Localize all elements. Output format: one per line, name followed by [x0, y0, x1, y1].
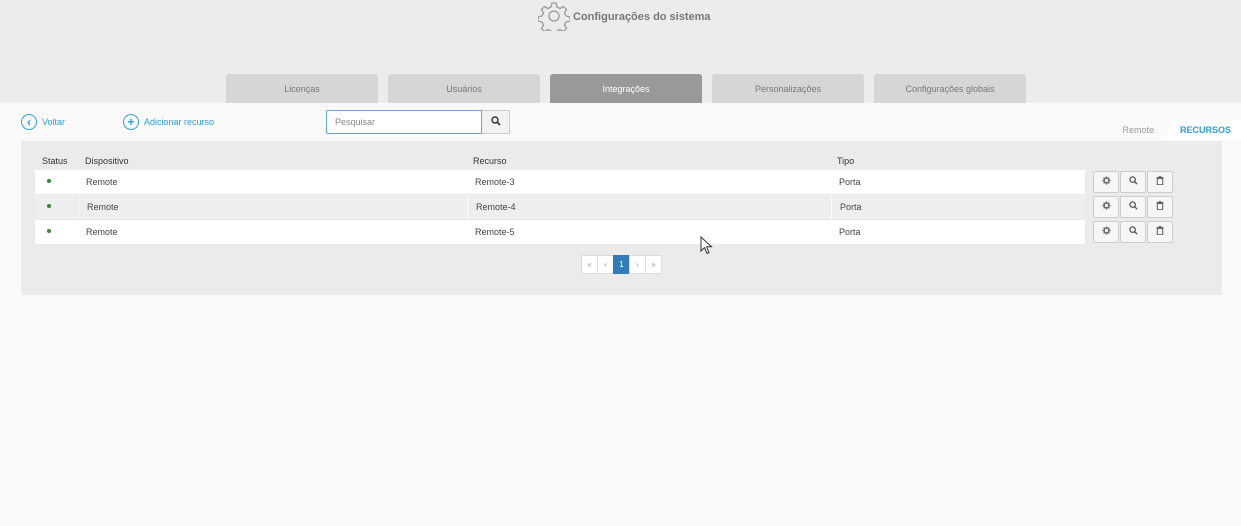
main-tabs: Licenças Usuários Integrações Personaliz… [226, 74, 1036, 103]
header-device: Dispositivo [85, 156, 129, 166]
tab-licencas[interactable]: Licenças [226, 74, 378, 103]
search-group [326, 110, 510, 134]
status-online-icon [47, 179, 51, 183]
settings-button[interactable] [1093, 171, 1119, 193]
settings-button[interactable] [1093, 196, 1119, 218]
row-actions [1093, 196, 1174, 218]
type-cell: Porta [831, 220, 1085, 244]
status-online-icon [47, 204, 51, 208]
search-input[interactable] [326, 110, 482, 134]
plus-icon: + [123, 114, 139, 130]
page-title: Configurações do sistema [573, 11, 711, 23]
tab-usuarios[interactable]: Usuários [388, 74, 540, 103]
device-cell: Remote [78, 170, 467, 194]
chevron-left-icon: ‹ [21, 114, 37, 130]
row-actions [1093, 221, 1174, 243]
header-status: Status [42, 156, 68, 166]
tab-personalizacoes[interactable]: Personalizações [712, 74, 864, 103]
view-tab-remote[interactable]: Remote [1112, 120, 1164, 140]
view-button[interactable] [1120, 221, 1146, 243]
gear-icon [1101, 226, 1111, 238]
search-button[interactable] [482, 110, 510, 134]
back-label: Voltar [42, 117, 66, 127]
view-tab-recursos[interactable]: RECURSOS [1163, 120, 1241, 140]
search-icon [490, 115, 501, 129]
table-header: Status Dispositivo Recurso Tipo [21, 156, 1222, 168]
view-tabs: Remote RECURSOS [1112, 120, 1241, 140]
page-next-button[interactable]: › [629, 255, 646, 274]
page-first-button[interactable]: « [581, 255, 598, 274]
table-row[interactable]: Remote Remote-5 Porta [35, 220, 1085, 244]
table-row[interactable]: Remote Remote-3 Porta [35, 170, 1085, 194]
add-resource-label: Adicionar recurso [144, 117, 215, 127]
device-cell: Remote [78, 220, 467, 244]
mouse-cursor-icon [700, 235, 714, 259]
header-resource: Recurso [473, 156, 507, 166]
header-title-group: Configurações do sistema [537, 1, 711, 36]
resource-cell: Remote-3 [467, 170, 831, 194]
resource-cell: Remote-5 [467, 220, 831, 244]
gear-icon [1101, 201, 1111, 213]
delete-button[interactable] [1147, 196, 1173, 218]
status-online-icon [47, 229, 51, 233]
table-row[interactable]: Remote Remote-4 Porta [35, 195, 1085, 219]
device-cell: Remote [78, 195, 467, 219]
header-type: Tipo [837, 156, 855, 166]
type-cell: Porta [831, 195, 1085, 219]
tab-configuracoes-globais[interactable]: Configurações globais [874, 74, 1026, 103]
view-button[interactable] [1120, 196, 1146, 218]
page-prev-button[interactable]: ‹ [597, 255, 614, 274]
search-icon [1128, 176, 1138, 188]
page-current-button[interactable]: 1 [613, 255, 630, 274]
delete-button[interactable] [1147, 171, 1173, 193]
settings-button[interactable] [1093, 221, 1119, 243]
trash-icon [1156, 201, 1164, 213]
pagination: « ‹ 1 › » [581, 255, 662, 274]
view-button[interactable] [1120, 171, 1146, 193]
search-icon [1128, 226, 1138, 238]
type-cell: Porta [831, 170, 1085, 194]
status-cell [35, 170, 78, 194]
gear-icon [537, 1, 571, 36]
add-resource-button[interactable]: + Adicionar recurso [123, 114, 214, 130]
gear-icon [1101, 176, 1111, 188]
page-last-button[interactable]: » [645, 255, 662, 274]
back-button[interactable]: ‹ Voltar [21, 114, 65, 130]
search-icon [1128, 201, 1138, 213]
trash-icon [1156, 176, 1164, 188]
tab-integracoes[interactable]: Integrações [550, 74, 702, 103]
status-cell [35, 220, 78, 244]
resource-cell: Remote-4 [467, 195, 831, 219]
row-actions [1093, 171, 1174, 193]
delete-button[interactable] [1147, 221, 1173, 243]
trash-icon [1156, 226, 1164, 238]
top-header: Configurações do sistema Licenças Usuári… [0, 0, 1241, 103]
status-cell [35, 195, 78, 219]
